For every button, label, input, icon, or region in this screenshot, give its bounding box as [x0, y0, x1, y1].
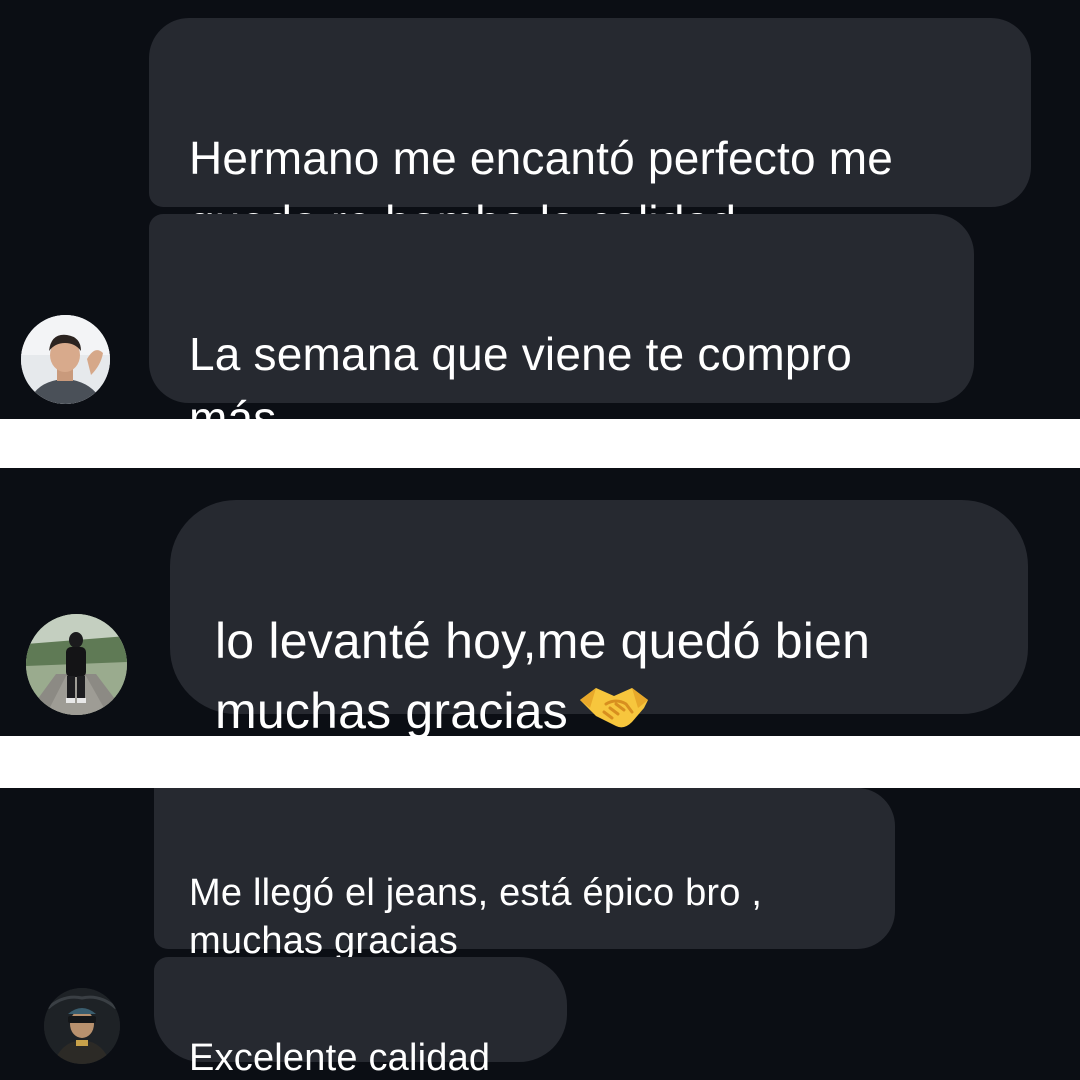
message-text: Excelente calidad — [189, 1037, 491, 1079]
message-bubble[interactable]: lo levanté hoy,me quedó bien muchas grac… — [170, 500, 1028, 736]
message-bubble[interactable]: La semana que viene te compro más — [149, 214, 974, 419]
user-avatar-photo-icon — [44, 988, 120, 1064]
chat-panel-2: lo levanté hoy,me quedó bien muchas grac… — [0, 468, 1080, 736]
user-avatar-photo-icon — [21, 315, 110, 404]
avatar[interactable] — [26, 614, 127, 715]
avatar[interactable] — [44, 988, 120, 1064]
message-bubble[interactable]: Me llegó el jeans, está épico bro , much… — [154, 788, 895, 962]
chat-panel-1: Hermano me encantó perfecto me quedo re … — [0, 0, 1080, 419]
chat-panel-3: Me llegó el jeans, está épico bro , much… — [0, 788, 1080, 1080]
message-bubble[interactable]: Hermano me encantó perfecto me quedo re … — [149, 18, 1031, 248]
user-avatar-photo-icon — [26, 614, 127, 715]
message-text: La semana que viene te compro más — [189, 328, 852, 419]
handshake-emoji-icon — [576, 682, 652, 734]
message-bubble[interactable]: Excelente calidad — [154, 957, 567, 1079]
avatar[interactable] — [21, 315, 110, 404]
message-text: lo levanté hoy,me quedó bien muchas grac… — [215, 613, 871, 736]
message-text: Me llegó el jeans, está épico bro , much… — [189, 872, 763, 962]
